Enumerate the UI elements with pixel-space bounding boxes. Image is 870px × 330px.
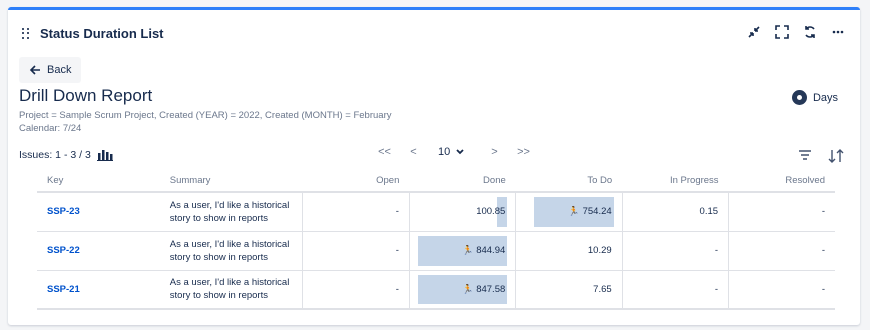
table-row: SSP-22 As a user, I'd like a historical s… xyxy=(37,231,835,271)
gadget-title: Status Duration List xyxy=(40,26,164,41)
runner-icon: 🏃 xyxy=(461,283,474,294)
done-cell: 🏃 847.58 xyxy=(408,270,516,310)
report-filter: Project = Sample Scrum Project, Created … xyxy=(19,109,391,135)
done-cell: 🏃 844.94 xyxy=(408,231,516,271)
page-size-select[interactable]: 10 xyxy=(438,146,474,158)
column-in-progress[interactable]: In Progress xyxy=(622,170,729,193)
table-row: SSP-21 As a user, I'd like a historical s… xyxy=(37,270,835,310)
resolved-cell: - xyxy=(728,270,835,310)
arrow-left-icon xyxy=(29,65,40,75)
drag-handle-icon[interactable] xyxy=(22,27,32,40)
page-size-value: 10 xyxy=(438,146,451,158)
in-progress-cell: 0.15 xyxy=(621,192,729,232)
column-todo[interactable]: To Do xyxy=(515,170,623,193)
header-actions xyxy=(746,24,846,40)
gadget-header: Status Duration List xyxy=(22,26,164,41)
done-value: 844.94 xyxy=(476,245,506,256)
issue-key-link[interactable]: SSP-21 xyxy=(37,270,160,310)
todo-cell: 🏃 754.24 xyxy=(515,192,623,232)
next-page-button[interactable]: > xyxy=(480,146,509,158)
resolved-cell: - xyxy=(728,231,835,271)
issue-summary: As a user, I'd like a historical story to… xyxy=(159,270,303,310)
status-duration-table: Key Summary Open Done To Do In Progress … xyxy=(37,170,835,310)
bar-chart-icon[interactable] xyxy=(96,149,113,161)
sort-icon[interactable] xyxy=(828,149,844,163)
more-icon[interactable] xyxy=(830,24,846,40)
summary-line: As a user, I'd like a historical xyxy=(169,238,290,250)
eye-icon xyxy=(791,90,807,105)
issue-summary: As a user, I'd like a historical story to… xyxy=(159,192,303,232)
calendar-line: Calendar: 7/24 xyxy=(19,123,82,134)
back-button[interactable]: Back xyxy=(19,57,82,83)
table-header-row: Key Summary Open Done To Do In Progress … xyxy=(37,170,835,193)
todo-cell: 10.29 xyxy=(515,231,623,271)
filter-line: Project = Sample Scrum Project, Created … xyxy=(19,110,392,121)
prev-page-button[interactable]: < xyxy=(399,146,428,158)
open-cell: - xyxy=(302,231,410,271)
done-cell: 100.85 xyxy=(408,192,516,232)
last-page-button[interactable]: >> xyxy=(509,146,538,158)
todo-value: 754.24 xyxy=(582,206,612,218)
summary-line: As a user, I'd like a historical xyxy=(169,277,290,289)
chevron-down-icon xyxy=(456,149,464,155)
refresh-icon[interactable] xyxy=(802,24,818,40)
filter-icon[interactable] xyxy=(798,149,812,161)
days-toggle[interactable]: Days xyxy=(791,90,838,105)
column-open[interactable]: Open xyxy=(302,170,410,193)
gadget-card: Status Duration List Back Drill Down Rep… xyxy=(8,7,860,325)
todo-cell: 7.65 xyxy=(515,270,623,310)
summary-line: story to show in reports xyxy=(169,212,268,224)
column-resolved[interactable]: Resolved xyxy=(728,170,835,193)
pagination: << < 10 > >> xyxy=(370,146,538,158)
runner-icon: 🏃 xyxy=(461,245,474,255)
in-progress-cell: - xyxy=(621,270,729,310)
column-done[interactable]: Done xyxy=(409,170,516,193)
open-cell: - xyxy=(302,192,410,232)
issue-key-link[interactable]: SSP-23 xyxy=(37,192,160,232)
minimize-icon[interactable] xyxy=(746,24,762,40)
table-tools xyxy=(798,149,844,163)
fullscreen-icon[interactable] xyxy=(774,24,790,40)
resolved-cell: - xyxy=(728,192,835,232)
days-label: Days xyxy=(812,91,838,104)
runner-icon: 🏃 xyxy=(568,206,580,217)
table-row: SSP-23 As a user, I'd like a historical s… xyxy=(37,192,835,232)
summary-line: As a user, I'd like a historical xyxy=(169,199,290,211)
issues-count: Issues: 1 - 3 / 3 xyxy=(19,149,113,161)
issue-summary: As a user, I'd like a historical story to… xyxy=(159,231,303,271)
first-page-button[interactable]: << xyxy=(370,146,399,158)
summary-line: story to show in reports xyxy=(169,251,268,263)
column-summary[interactable]: Summary xyxy=(159,170,303,193)
done-value: 847.58 xyxy=(476,283,506,295)
page-title: Drill Down Report xyxy=(19,86,153,105)
column-key[interactable]: Key xyxy=(37,170,160,193)
in-progress-cell: - xyxy=(621,231,729,271)
issues-label: Issues: 1 - 3 / 3 xyxy=(19,149,91,161)
open-cell: - xyxy=(302,270,410,310)
done-value: 100.85 xyxy=(476,206,506,218)
issue-key-link[interactable]: SSP-22 xyxy=(37,231,160,271)
summary-line: story to show in reports xyxy=(169,290,268,302)
back-label: Back xyxy=(47,64,72,76)
